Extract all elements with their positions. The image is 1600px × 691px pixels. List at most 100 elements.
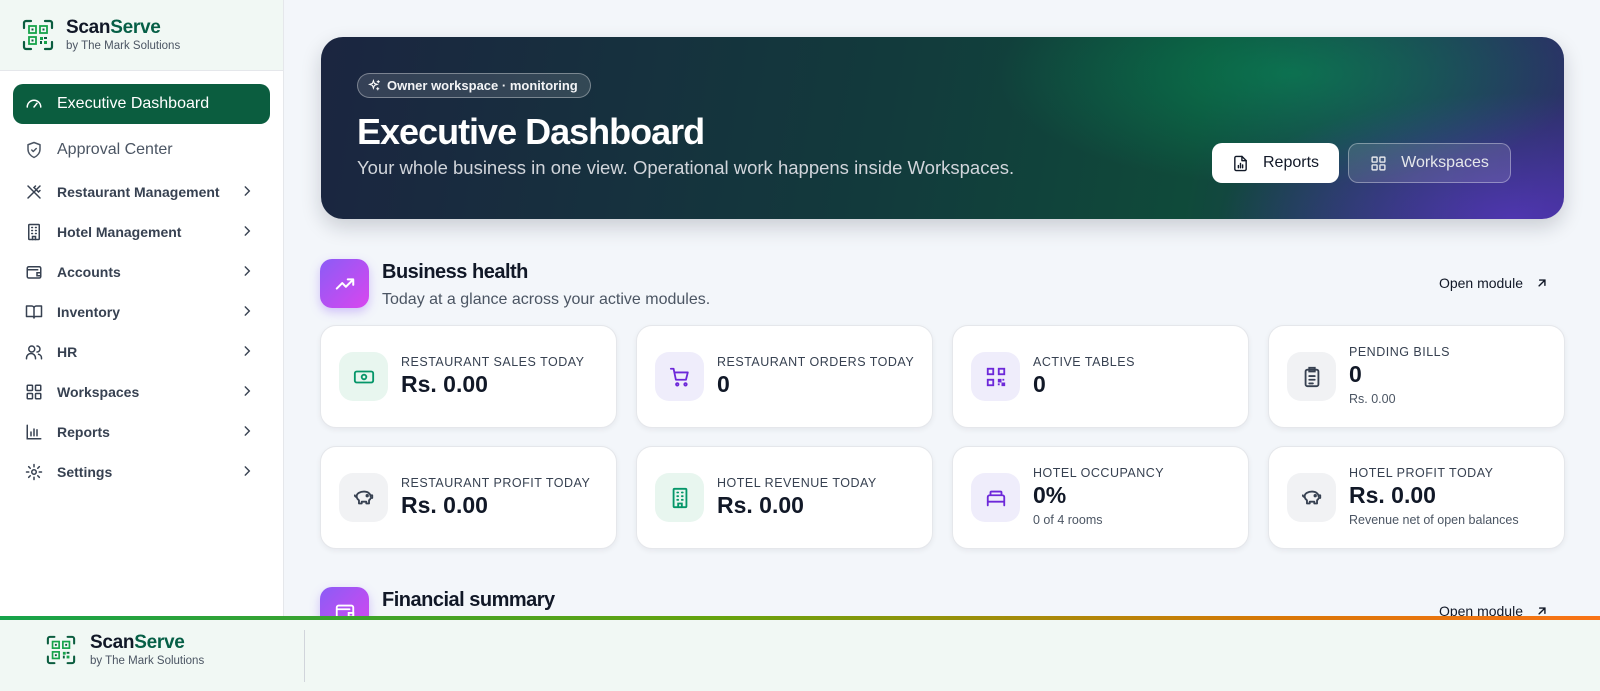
kpi-card-restaurant-sales[interactable]: RESTAURANT SALES TODAY Rs. 0.00	[320, 325, 617, 428]
kpi-value: Rs. 0.00	[1349, 482, 1436, 508]
sidebar-brand[interactable]: ScanServe by The Mark Solutions	[0, 0, 283, 71]
sparkles-icon	[368, 79, 380, 91]
kpi-value: 0%	[1033, 482, 1067, 508]
kpi-label: HOTEL OCCUPANCY	[1033, 466, 1165, 480]
sidebar-item-restaurant-management[interactable]: Restaurant Management	[13, 172, 270, 212]
hero-banner: Owner workspace · monitoring Executive D…	[321, 37, 1564, 219]
sidebar-item-label: Inventory	[57, 304, 121, 320]
brand-subtitle: by The Mark Solutions	[66, 40, 181, 52]
gear-icon	[25, 463, 43, 481]
grid-icon	[1371, 155, 1386, 171]
kpi-sub: Rs. 0.00	[1349, 392, 1396, 406]
kpi-label: HOTEL PROFIT TODAY	[1349, 466, 1494, 480]
section-title: Financial summary	[382, 589, 555, 611]
kpi-card-pending-bills[interactable]: PENDING BILLS 0 Rs. 0.00	[1268, 325, 1565, 428]
reports-button-label: Reports	[1262, 154, 1320, 171]
sidebar-item-settings[interactable]: Settings	[13, 452, 270, 492]
workspaces-button[interactable]: Workspaces	[1348, 143, 1511, 183]
sidebar-item-label: Executive Dashboard	[57, 95, 210, 112]
page-subtitle: Your whole business in one view. Operati…	[357, 157, 1015, 178]
sidebar-item-accounts[interactable]: Accounts	[13, 252, 270, 292]
utensils-icon	[25, 183, 43, 201]
chevron-right-icon	[244, 266, 251, 276]
file-chart-icon	[1234, 155, 1247, 171]
piggy-bank-icon	[1287, 473, 1336, 522]
kpi-value: 0	[717, 371, 730, 397]
clipboard-icon	[1287, 352, 1336, 401]
section-subtitle: Today at a glance across your active mod…	[382, 291, 711, 308]
bar-chart-icon	[25, 423, 43, 441]
kpi-label: RESTAURANT ORDERS TODAY	[717, 355, 915, 369]
brand-name: ScanServe	[90, 632, 185, 653]
piggy-bank-icon	[339, 473, 388, 522]
chip-label: Owner workspace · monitoring	[387, 78, 578, 93]
building-icon	[25, 223, 43, 241]
footer-divider	[304, 630, 305, 682]
sidebar-item-label: Accounts	[57, 264, 121, 280]
kpi-label: HOTEL REVENUE TODAY	[717, 476, 877, 490]
bed-icon	[971, 473, 1020, 522]
kpi-card-active-tables[interactable]: ACTIVE TABLES 0	[952, 325, 1249, 428]
sidebar-item-label: Approval Center	[57, 141, 173, 158]
open-module-label: Open module	[1438, 275, 1523, 291]
sidebar-item-executive-dashboard[interactable]: Executive Dashboard	[13, 84, 270, 124]
footer-accent-bar	[0, 616, 1600, 620]
kpi-sub: 0 of 4 rooms	[1033, 513, 1103, 527]
chevron-right-icon	[244, 306, 251, 316]
kpi-value: Rs. 0.00	[717, 492, 804, 518]
sidebar-item-label: Settings	[57, 464, 113, 480]
kpi-card-restaurant-profit[interactable]: RESTAURANT PROFIT TODAY Rs. 0.00	[320, 446, 617, 549]
sidebar-item-hr[interactable]: HR	[13, 332, 270, 372]
kpi-card-hotel-occupancy[interactable]: HOTEL OCCUPANCY 0% 0 of 4 rooms	[952, 446, 1249, 549]
kpi-label: ACTIVE TABLES	[1033, 355, 1135, 369]
kpi-card-hotel-revenue[interactable]: HOTEL REVENUE TODAY Rs. 0.00	[636, 446, 933, 549]
kpi-label: PENDING BILLS	[1349, 345, 1450, 359]
sidebar-item-label: Workspaces	[57, 384, 140, 400]
workspace-chip: Owner workspace · monitoring	[357, 73, 591, 98]
grid-icon	[25, 383, 43, 401]
section-title: Business health	[382, 261, 528, 283]
page-title: Executive Dashboard	[357, 111, 705, 152]
cash-icon	[339, 352, 388, 401]
sidebar-item-approval-center[interactable]: Approval Center	[13, 128, 270, 172]
kpi-card-hotel-profit[interactable]: HOTEL PROFIT TODAY Rs. 0.00 Revenue net …	[1268, 446, 1565, 549]
kpi-card-restaurant-orders[interactable]: RESTAURANT ORDERS TODAY 0	[636, 325, 933, 428]
trending-up-icon	[320, 259, 369, 308]
footer-brand[interactable]: ScanServe by The Mark Solutions	[46, 633, 204, 667]
kpi-value: 0	[1033, 371, 1046, 397]
sidebar-item-label: Restaurant Management	[57, 184, 220, 200]
sidebar-item-hotel-management[interactable]: Hotel Management	[13, 212, 270, 252]
chevron-right-icon	[244, 346, 251, 356]
sidebar-item-workspaces[interactable]: Workspaces	[13, 372, 270, 412]
sidebar-item-label: Hotel Management	[57, 224, 182, 240]
sidebar: ScanServe by The Mark Solutions Executiv…	[0, 0, 284, 620]
kpi-label: RESTAURANT PROFIT TODAY	[401, 476, 591, 490]
main-content: Owner workspace · monitoring Executive D…	[284, 0, 1600, 636]
shield-check-icon	[25, 141, 43, 159]
business-health-header: Business health Today at a glance across…	[320, 259, 1563, 315]
kpi-value: 0	[1349, 361, 1362, 387]
chevron-right-icon	[244, 426, 251, 436]
chevron-right-icon	[244, 466, 251, 476]
qr-logo-icon	[46, 635, 76, 665]
sidebar-nav: Executive Dashboard Approval Center Rest…	[0, 71, 283, 505]
kpi-value: Rs. 0.00	[401, 371, 488, 397]
sidebar-item-label: Reports	[57, 424, 110, 440]
qr-logo-icon	[22, 19, 54, 51]
kpi-value: Rs. 0.00	[401, 492, 488, 518]
sidebar-item-reports[interactable]: Reports	[13, 412, 270, 452]
users-icon	[25, 343, 43, 361]
footer: ScanServe by The Mark Solutions	[0, 616, 1600, 691]
brand-subtitle: by The Mark Solutions	[90, 655, 205, 667]
open-module-link[interactable]: Open module	[1439, 275, 1549, 291]
arrow-up-right-icon	[1538, 279, 1546, 287]
sidebar-item-label: HR	[57, 344, 78, 360]
kpi-sub: Revenue net of open balances	[1349, 513, 1519, 527]
sidebar-item-inventory[interactable]: Inventory	[13, 292, 270, 332]
qr-code-icon	[971, 352, 1020, 401]
building-icon	[655, 473, 704, 522]
kpi-label: RESTAURANT SALES TODAY	[401, 355, 585, 369]
wallet-icon	[25, 263, 43, 281]
reports-button[interactable]: Reports	[1212, 143, 1339, 183]
chevron-right-icon	[244, 386, 251, 396]
